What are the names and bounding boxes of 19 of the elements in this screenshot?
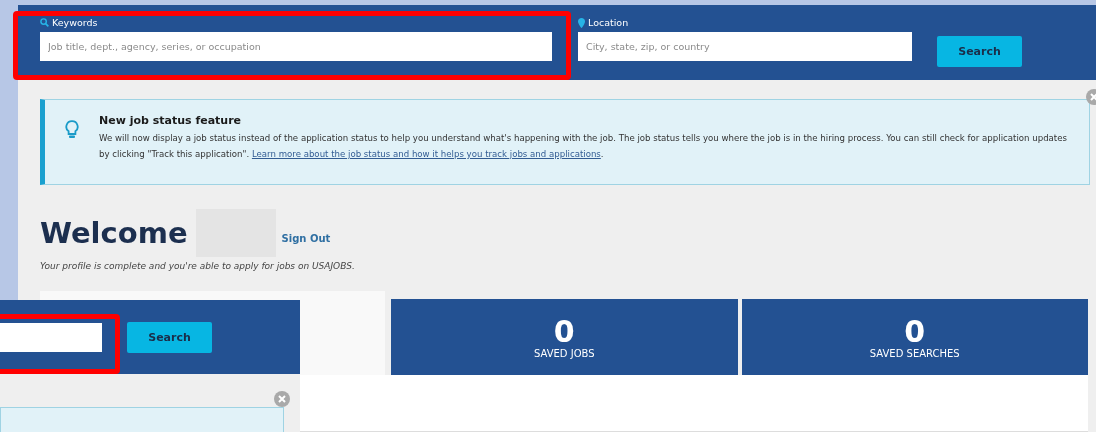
input-field[interactable] bbox=[0, 322, 102, 352]
location-label: Location bbox=[588, 17, 629, 28]
alert-title: New job status feature bbox=[99, 114, 243, 127]
keywords-label: Keywords bbox=[52, 17, 98, 28]
keywords-field[interactable]: Job title, dept., agency, series, or occupation bbox=[40, 32, 552, 61]
search-button[interactable]: Search bbox=[937, 36, 1022, 67]
search-button[interactable]: Search bbox=[127, 321, 212, 353]
stat-tile[interactable]: 0 SAVED SEARCHES bbox=[741, 299, 1088, 375]
location-field[interactable]: City, state, zip, or country bbox=[578, 32, 912, 61]
search-icon bbox=[40, 18, 49, 27]
sign-out-link[interactable]: Sign Out bbox=[281, 232, 331, 244]
stat-tile[interactable]: 0 SAVED JOBS bbox=[391, 299, 738, 375]
welcome-heading: Welcome bbox=[40, 216, 188, 250]
alert-message: We will now display a job status instead of the application status to help you understand what's happening with the job. The job status tells you where the job is in the hiring process. You can still check for application updates by clicking "Track this application". Learn more about the job status and how it helps you track jobs and applications. bbox=[99, 132, 1068, 161]
location-pin-icon bbox=[578, 17, 585, 28]
lightbulb-icon bbox=[65, 120, 79, 140]
close-icon[interactable] bbox=[274, 391, 290, 407]
learn-more-link[interactable]: Learn more about the job status and how it helps you track jobs and applications bbox=[251, 149, 601, 159]
profile-status-text: Your profile is complete and you're able to apply for jobs on USAJOBS. bbox=[40, 261, 356, 271]
